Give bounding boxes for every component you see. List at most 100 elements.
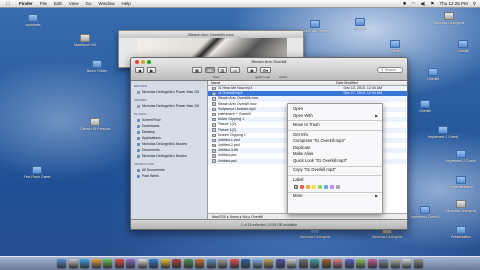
- desktop-icon-implement[interactable]: Implement Overkill: [410, 206, 440, 219]
- label-color-swatch[interactable]: [318, 184, 322, 189]
- menu-item-move-to-trash[interactable]: Move to Trash: [288, 122, 382, 129]
- bluetooth-icon[interactable]: ✱: [403, 1, 407, 7]
- sidebar-item-past-week[interactable]: Past Week: [131, 173, 207, 179]
- menu-edit[interactable]: Edit: [54, 1, 62, 6]
- menu-file[interactable]: File: [40, 1, 47, 6]
- menu-clock[interactable]: Thu 12:25 PM: [439, 1, 467, 6]
- dock-app-icon[interactable]: [160, 259, 170, 268]
- menu-item-quick-look[interactable]: Quick Look "01 Overkill.mp3": [288, 158, 382, 165]
- dock-app-icon[interactable]: [287, 259, 297, 268]
- desktop-icon-implement-2a[interactable]: Implement 2 Overkill: [428, 126, 458, 139]
- sidebar-item-shared[interactable]: Nicholas DeAngelis's Power Mac G5: [131, 103, 207, 109]
- desktop-icon-macintosh-hd[interactable]: Macintosh HD: [70, 34, 100, 47]
- quick-look-button[interactable]: ◉: [247, 67, 257, 73]
- dock-app-icon[interactable]: [241, 259, 251, 268]
- dock-app-icon[interactable]: [68, 259, 78, 268]
- dock-app-icon[interactable]: [137, 259, 147, 268]
- dock-app-icon[interactable]: [298, 259, 308, 268]
- movie-window-title[interactable]: Bleach Arrc Overkills.mov: [119, 31, 303, 38]
- desktop-icon-overkill-5[interactable]: Overkill: [410, 100, 440, 113]
- dock-app-icon[interactable]: [183, 259, 193, 268]
- sidebar-item-movies-2[interactable]: Nicholas DeAngelis's Movies: [131, 153, 207, 159]
- desktop-icon-power-mac[interactable]: Nicholas DeAngelis's Power Mac G5: [434, 12, 464, 25]
- desktop-icon-boom-folder[interactable]: Boom Folder: [82, 60, 112, 73]
- desktop-icon-first-flash-game[interactable]: First Flash Game: [22, 166, 52, 179]
- dock-app-icon[interactable]: [57, 259, 67, 268]
- dock-app-icon[interactable]: [195, 259, 205, 268]
- desktop-icon-bleach-arc[interactable]: Bleach Arc Overkill: [300, 20, 330, 33]
- desktop-icon-overkill-2[interactable]: Overkill: [380, 40, 410, 53]
- dock-app-icon[interactable]: [114, 259, 124, 268]
- dock-app-icon[interactable]: [402, 259, 412, 268]
- dock-app-icon[interactable]: [218, 259, 228, 268]
- dock-app-icon[interactable]: [390, 259, 400, 268]
- back-button[interactable]: ◀: [135, 67, 145, 73]
- dock-app-icon[interactable]: [80, 259, 90, 268]
- menu-view[interactable]: View: [69, 1, 79, 6]
- context-menu[interactable]: Open Open With ▶ Move to Trash Get Info C…: [287, 103, 383, 214]
- menu-finder[interactable]: Finder: [19, 1, 33, 6]
- dock-app-icon[interactable]: [103, 259, 113, 268]
- menu-item-copy[interactable]: Copy "01 Overkill.mp3": [288, 167, 382, 174]
- label-color-swatch[interactable]: [300, 184, 304, 189]
- menu-help[interactable]: Help: [122, 1, 131, 6]
- dock-app-icon[interactable]: [321, 259, 331, 268]
- dock-app-icon[interactable]: [356, 259, 366, 268]
- search-field[interactable]: ⚲ Search: [377, 67, 403, 73]
- desktop-icon-gilbert-hd[interactable]: Gilbert HD Personal Manual: [80, 118, 110, 131]
- column-view-button[interactable]: ▥: [217, 67, 228, 73]
- menu-item-make-alias[interactable]: Make Alias: [288, 151, 382, 158]
- desktop-icon-implement-2b[interactable]: Implement 2 Overkill: [446, 150, 476, 163]
- desktop-icon-presentation[interactable]: Presentation: [446, 226, 476, 239]
- dock-app-icon[interactable]: [344, 259, 354, 268]
- menu-window[interactable]: Window: [99, 1, 115, 6]
- desktop-icon-overkill-4[interactable]: Overkill: [448, 40, 478, 53]
- menu-item-compress[interactable]: Compress "01 Overkill.mp3": [288, 138, 382, 145]
- desktop-icon-worldtabs[interactable]: worldtabs: [18, 14, 48, 27]
- action-button[interactable]: ⚙▾: [259, 67, 272, 73]
- icon-view-button[interactable]: ▦: [192, 67, 202, 73]
- dock-app-icon[interactable]: [275, 259, 285, 268]
- dock-app-icon[interactable]: [229, 259, 239, 268]
- dock-app-icon[interactable]: [172, 259, 182, 268]
- desktop-icon-overkill-1[interactable]: Overkill: [345, 18, 375, 31]
- dock-app-icon[interactable]: [367, 259, 377, 268]
- label-color-swatch[interactable]: [336, 184, 340, 189]
- menu-item-more[interactable]: More ▶: [288, 193, 382, 200]
- label-color-swatch[interactable]: [312, 184, 316, 189]
- column-date-modified[interactable]: Date Modified: [278, 81, 358, 85]
- spotlight-icon[interactable]: ⚲: [473, 1, 476, 7]
- dock-app-icon[interactable]: [379, 259, 389, 268]
- dock-app-icon[interactable]: [413, 259, 423, 268]
- column-name[interactable]: Name: [208, 81, 278, 85]
- sidebar-item-device[interactable]: Nicholas DeAngelis's Power Mac G5: [131, 89, 207, 95]
- dock-app-icon[interactable]: [91, 259, 101, 268]
- dock-app-icon[interactable]: [206, 259, 216, 268]
- dock-app-icon[interactable]: [149, 259, 159, 268]
- forward-button[interactable]: ▶: [147, 67, 157, 73]
- list-view-button[interactable]: ☰: [204, 67, 215, 73]
- label-none-button[interactable]: ✕: [294, 184, 298, 189]
- menu-go[interactable]: Go: [85, 1, 91, 6]
- coverflow-view-button[interactable]: ▭: [230, 67, 241, 73]
- menu-item-get-info[interactable]: Get Info: [288, 132, 382, 139]
- wifi-icon[interactable]: ◠: [411, 1, 415, 7]
- label-color-swatch[interactable]: [324, 184, 328, 189]
- dock-app-icon[interactable]: [252, 259, 262, 268]
- volume-icon[interactable]: ◀): [420, 1, 425, 7]
- desktop-icon-power-mac-3[interactable]: Nicholas DeAngelis's Power Mac G5: [446, 200, 476, 213]
- label-color-swatch[interactable]: [330, 184, 334, 189]
- menu-item-open[interactable]: Open: [288, 106, 382, 113]
- dock-app-icon[interactable]: [264, 259, 274, 268]
- dock-app-icon[interactable]: [310, 259, 320, 268]
- menu-item-open-with[interactable]: Open With ▶: [288, 113, 382, 120]
- apple-menu-icon[interactable]: : [6, 1, 12, 7]
- desktop-icon-overkill-3[interactable]: Overkill: [418, 68, 448, 81]
- label-color-swatch[interactable]: [306, 184, 310, 189]
- finder-toolbar[interactable]: Bleach Arrc Overkill ◀ ▶ ▦ ☰ ▥ ▭ ◉ ⚙▾ Vi…: [131, 58, 407, 81]
- dock-app-icon[interactable]: [333, 259, 343, 268]
- dock-app-icon[interactable]: [126, 259, 136, 268]
- flag-icon[interactable]: ⚑: [430, 1, 434, 7]
- desktop-icon-implementation[interactable]: Implementation: [446, 176, 476, 189]
- menu-item-duplicate[interactable]: Duplicate: [288, 145, 382, 152]
